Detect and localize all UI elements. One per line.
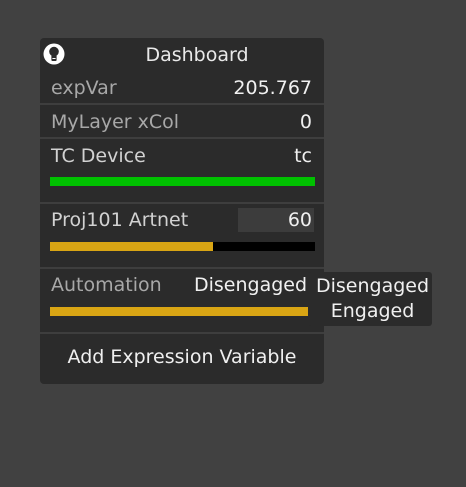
divider: [40, 137, 324, 139]
row-tc-device[interactable]: TC Device tc: [40, 140, 324, 202]
mylayer-label: MyLayer xCol: [51, 111, 180, 133]
dropdown-option-engaged[interactable]: Engaged: [316, 299, 429, 323]
divider: [40, 332, 324, 334]
row-proj101-artnet[interactable]: Proj101 Artnet 60: [40, 205, 324, 267]
divider: [40, 267, 324, 269]
row-automation[interactable]: Automation Disengaged: [40, 270, 324, 332]
automation-value[interactable]: Disengaged: [194, 273, 307, 297]
automation-dropdown-menu: Disengaged Engaged: [308, 272, 432, 326]
row-mylayer-xcol[interactable]: MyLayer xCol 0: [40, 106, 324, 138]
add-expression-variable-button[interactable]: Add Expression Variable: [40, 345, 324, 369]
tc-device-progress-bar: [50, 177, 315, 186]
dropdown-option-disengaged[interactable]: Disengaged: [316, 274, 429, 298]
tc-device-value: tc: [294, 145, 312, 167]
proj101-label: Proj101 Artnet: [51, 209, 189, 231]
mylayer-value: 0: [299, 111, 312, 133]
panel-title: Dashboard: [145, 44, 249, 66]
expvar-value: 205.767: [233, 77, 312, 99]
row-expvar[interactable]: expVar 205.767: [40, 74, 324, 104]
proj101-progress-bar[interactable]: [50, 242, 315, 251]
lightbulb-icon[interactable]: [43, 43, 65, 65]
proj101-value-field[interactable]: 60: [238, 208, 314, 232]
divider: [40, 103, 324, 105]
tc-device-progress-fill: [50, 177, 315, 186]
automation-label: Automation: [51, 274, 162, 296]
divider: [40, 202, 324, 204]
proj101-progress-fill: [50, 242, 213, 251]
panel-header: Dashboard: [40, 38, 324, 70]
dashboard-panel: Dashboard expVar 205.767 MyLayer xCol 0 …: [40, 38, 324, 384]
automation-progress-fill: [50, 307, 315, 316]
expvar-label: expVar: [51, 77, 117, 99]
tc-device-label: TC Device: [51, 145, 146, 167]
automation-progress-bar: [50, 307, 315, 316]
